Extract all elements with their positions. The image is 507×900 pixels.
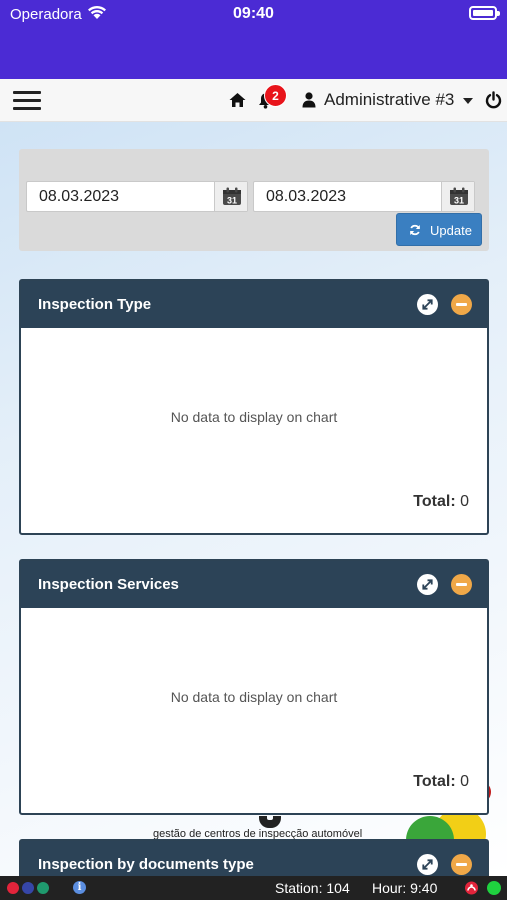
top-navbar: Administrative #3 (0, 79, 507, 122)
inspection-services-panel: Inspection Services No data to display o… (19, 559, 489, 815)
dashboard-content: gestão de centros de inspecção automóvel… (0, 122, 507, 876)
notification-badge: 2 (264, 84, 287, 107)
clock: 09:40 (233, 5, 274, 22)
panel-header: Inspection Services (21, 561, 487, 608)
status-dot-blue (22, 882, 34, 894)
refresh-icon (410, 224, 420, 236)
chevron-down-icon[interactable] (463, 98, 473, 104)
station-label: Station: 104 (275, 880, 350, 896)
date-filter-panel: 08.03.2023 31 08.03.2023 31 Update (19, 149, 489, 251)
panel-header: Inspection Type (21, 281, 487, 328)
total-label: Total: (413, 773, 456, 790)
date-from-picker-button[interactable]: 31 (214, 182, 247, 211)
panel-title: Inspection Services (38, 576, 179, 593)
calendar-day: 31 (454, 196, 464, 206)
empty-chart-message: No data to display on chart (170, 689, 338, 705)
status-bar: Operadora 09:40 (0, 0, 507, 79)
status-dot-green (37, 882, 49, 894)
update-button-label: Update (430, 223, 472, 238)
calendar-icon: 31 (223, 187, 241, 206)
user-icon (302, 92, 316, 108)
calendar-icon: 31 (450, 187, 468, 206)
menu-icon[interactable] (13, 91, 41, 110)
total-count: Total: 0 (413, 773, 469, 791)
warning-icon[interactable] (464, 881, 479, 895)
date-to-field[interactable]: 08.03.2023 (266, 188, 346, 206)
expand-icon[interactable] (417, 294, 438, 315)
hour-label: Hour: 9:40 (372, 880, 438, 896)
online-status-icon (487, 881, 501, 895)
empty-chart-message: No data to display on chart (170, 409, 338, 425)
date-from-group: 08.03.2023 31 (26, 181, 248, 212)
expand-icon[interactable] (417, 574, 438, 595)
home-icon[interactable] (229, 92, 246, 108)
collapse-icon[interactable] (451, 854, 472, 875)
battery-icon (469, 6, 500, 20)
panel-title: Inspection by documents type (38, 856, 254, 873)
panel-header: Inspection by documents type (21, 841, 487, 876)
logo-mark (259, 816, 281, 828)
calendar-day: 31 (227, 196, 237, 206)
total-value: 0 (460, 773, 469, 790)
status-dot-red (7, 882, 19, 894)
date-to-group: 08.03.2023 31 (253, 181, 475, 212)
date-from-field[interactable]: 08.03.2023 (39, 188, 119, 206)
inspection-documents-panel: Inspection by documents type (19, 839, 489, 876)
total-value: 0 (460, 493, 469, 510)
info-icon[interactable]: i (73, 881, 86, 894)
total-label: Total: (413, 493, 456, 510)
panel-title: Inspection Type (38, 296, 152, 313)
power-icon[interactable] (485, 91, 502, 109)
update-button[interactable]: Update (396, 213, 482, 246)
user-menu[interactable]: Administrative #3 (324, 90, 454, 110)
date-to-picker-button[interactable]: 31 (441, 182, 474, 211)
collapse-icon[interactable] (451, 294, 472, 315)
bottom-status-bar: i Station: 104 Hour: 9:40 (0, 876, 507, 900)
expand-icon[interactable] (417, 854, 438, 875)
inspection-type-panel: Inspection Type No data to display on ch… (19, 279, 489, 535)
total-count: Total: 0 (413, 493, 469, 511)
collapse-icon[interactable] (451, 574, 472, 595)
